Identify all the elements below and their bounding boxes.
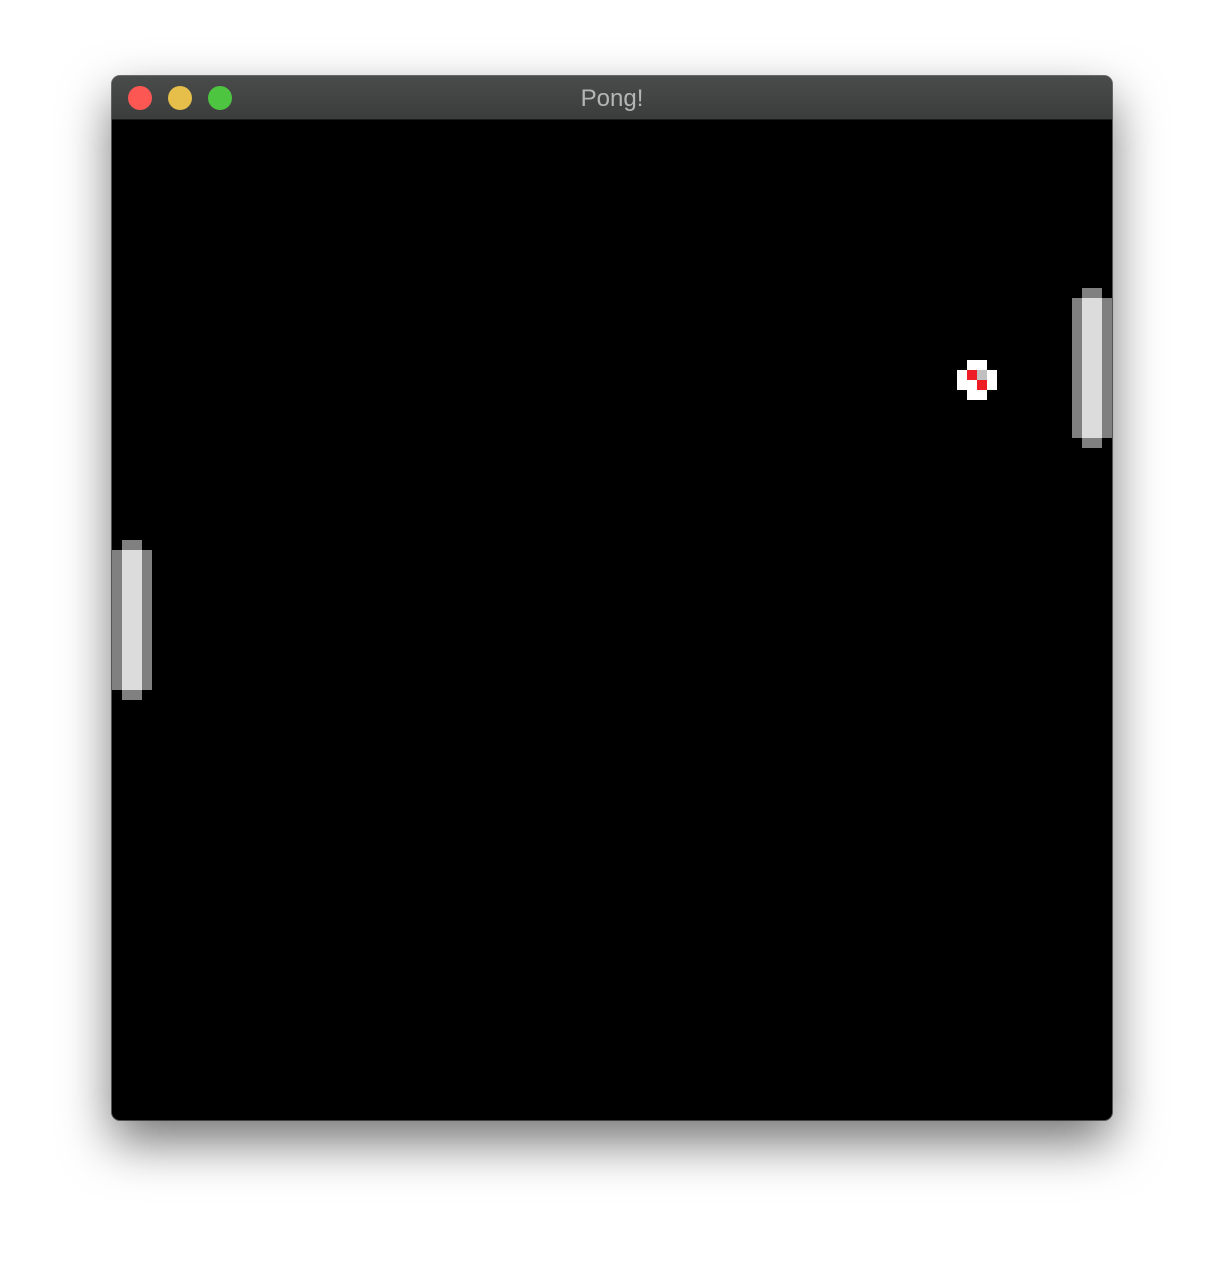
- ball-pixel: [967, 370, 977, 380]
- ball-pixel: [957, 380, 967, 390]
- left-paddle: [112, 540, 152, 700]
- ball-pixel: [957, 370, 967, 380]
- ball-pixel: [967, 380, 977, 390]
- ball-pixel: [967, 360, 977, 370]
- window-title: Pong!: [580, 85, 644, 112]
- right-paddle-body: [1082, 298, 1102, 438]
- title-bar[interactable]: Pong!: [112, 76, 1112, 120]
- ball-pixel: [977, 370, 987, 380]
- right-paddle: [1072, 288, 1112, 448]
- ball-pixel: [977, 390, 987, 400]
- ball-pixel: [977, 360, 987, 370]
- ball-pixel: [987, 380, 997, 390]
- game-canvas[interactable]: [112, 120, 1112, 1120]
- ball: [957, 360, 997, 400]
- desktop-background: Pong!: [0, 0, 1224, 1268]
- ball-pixel: [987, 370, 997, 380]
- ball-pixel: [967, 390, 977, 400]
- ball-pixel: [977, 380, 987, 390]
- left-paddle-body: [122, 550, 142, 690]
- pong-window: Pong!: [112, 76, 1112, 1120]
